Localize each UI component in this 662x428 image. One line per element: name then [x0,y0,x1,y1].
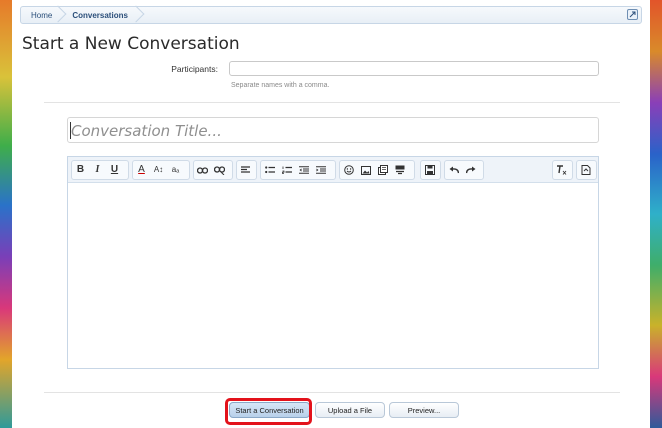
toolbar-group-history [444,160,484,180]
toggle-bbcode-icon[interactable] [577,161,594,179]
toolbar-group-clear [552,160,573,180]
participants-label: Participants: [171,64,218,74]
message-editor[interactable]: B I U A A↕ aₐ [67,156,599,369]
toolbar-group-font: A A↕ aₐ [132,160,190,180]
page: Home Conversations Start a New Conversat… [12,0,650,428]
media-icon[interactable] [374,161,391,179]
preview-button[interactable]: Preview... [389,402,459,418]
remove-formatting-icon[interactable] [553,161,570,179]
underline-button[interactable]: U [106,161,123,179]
link-icon[interactable] [194,161,211,179]
image-icon[interactable] [357,161,374,179]
toolbar-group-text-style: B I U [71,160,129,180]
toolbar-group-links [193,160,233,180]
align-left-icon[interactable] [237,161,254,179]
breadcrumb-home[interactable]: Home [21,7,66,23]
divider-bottom [44,392,620,393]
smilie-icon[interactable] [340,161,357,179]
redo-icon[interactable] [462,161,479,179]
form-actions: Start a Conversation Upload a File Previ… [12,396,650,426]
editor-toolbar: B I U A A↕ aₐ [68,157,598,183]
toolbar-group-lists [260,160,336,180]
jump-to-icon[interactable] [627,9,638,20]
upload-file-button[interactable]: Upload a File [315,402,385,418]
bullet-list-icon[interactable] [261,161,278,179]
toolbar-group-align [236,160,257,180]
divider-top [44,102,620,103]
conversation-title-input[interactable]: Conversation Title... [67,117,599,143]
background-left-strip [0,0,12,428]
page-title: Start a New Conversation [22,34,240,54]
participants-input[interactable] [229,61,599,76]
font-color-button[interactable]: A [133,161,150,179]
insert-block-icon[interactable] [391,161,408,179]
indent-icon[interactable] [312,161,329,179]
breadcrumb-home-label: Home [31,10,53,20]
toolbar-group-save [420,160,441,180]
bold-button[interactable]: B [72,161,89,179]
breadcrumb: Home Conversations [20,6,642,24]
outdent-icon[interactable] [295,161,312,179]
undo-icon[interactable] [445,161,462,179]
italic-button[interactable]: I [89,161,106,179]
save-draft-icon[interactable] [421,161,438,179]
font-family-button[interactable]: aₐ [167,161,184,179]
participants-help: Separate names with a comma. [231,82,330,89]
breadcrumb-conversations-label: Conversations [72,10,128,20]
numbered-list-icon[interactable] [278,161,295,179]
toolbar-group-insert [339,160,415,180]
toolbar-group-mode [576,160,597,180]
unlink-icon[interactable] [211,161,228,179]
font-size-button[interactable]: A↕ [150,161,167,179]
breadcrumb-conversations[interactable]: Conversations [66,7,144,23]
highlight-annotation [225,398,312,425]
background-right-strip [650,0,662,428]
